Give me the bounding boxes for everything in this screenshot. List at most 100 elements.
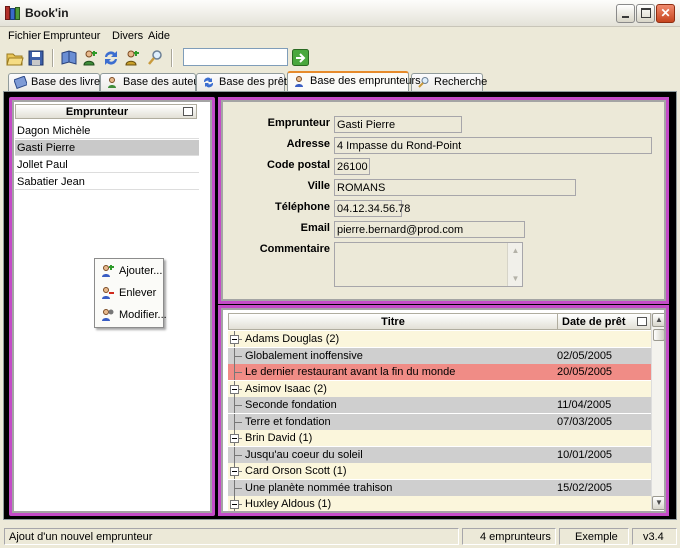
loans-scrollbar[interactable]: ▲ ▼	[651, 313, 664, 510]
list-item[interactable]: Sabatier Jean	[15, 174, 199, 190]
minimize-icon	[622, 16, 629, 18]
loan-row[interactable]: Jusqu'au coeur du soleil 10/01/2005	[228, 446, 651, 463]
label-telephone: Téléphone	[274, 201, 330, 213]
context-menu-edit[interactable]: Modifier...	[95, 305, 167, 325]
collapse-toggle-icon[interactable]	[228, 380, 242, 397]
tab-recherche[interactable]: Recherche	[411, 73, 487, 91]
field-code-postal[interactable]: 26100	[334, 158, 370, 175]
loan-row[interactable]: Terre et fondation 07/03/2005	[228, 413, 651, 430]
field-telephone[interactable]: 04.12.34.56.78	[334, 200, 410, 217]
author-group-row[interactable]: Adams Douglas (2)	[228, 331, 651, 347]
author-group-row[interactable]: Asimov Isaac (2)	[228, 380, 651, 397]
context-menu-add[interactable]: Ajouter...	[95, 261, 163, 281]
borrower-tool-button[interactable]	[123, 49, 141, 67]
borrower-column-header[interactable]: Emprunteur	[15, 104, 197, 119]
tab-strip: Base des livres Base des auteurs Base de…	[0, 71, 680, 91]
add-borrower-icon	[102, 265, 114, 277]
maximize-icon	[641, 8, 651, 18]
menu-emprunteur[interactable]: Emprunteur	[43, 30, 100, 42]
tree-branch-icon	[228, 479, 242, 496]
status-count: 4 emprunteurs	[462, 528, 556, 545]
author-group-row[interactable]: Card Orson Scott (1)	[228, 463, 651, 479]
loan-date: 02/05/2005	[557, 349, 613, 362]
scroll-up-icon[interactable]: ▲	[510, 245, 521, 256]
list-item[interactable]: Jollet Paul	[15, 157, 199, 173]
loan-title: Adams Douglas (2)	[245, 333, 340, 345]
scroll-thumb[interactable]	[653, 329, 664, 341]
loan-tab-icon	[203, 77, 214, 88]
tab-base-des-prets[interactable]: Base des prêts	[196, 73, 292, 91]
loan-row[interactable]: Seconde fondation 11/04/2005	[228, 397, 651, 413]
loan-title: Seconde fondation	[245, 399, 337, 411]
loan-title: Brin David (1)	[245, 432, 313, 444]
maximize-button[interactable]	[636, 4, 655, 23]
loan-tool-button[interactable]	[102, 49, 120, 67]
go-arrow-icon	[292, 49, 309, 66]
tree-branch-icon	[228, 397, 242, 413]
loan-row[interactable]: Globalement inoffensive 02/05/2005	[228, 347, 651, 364]
tab-base-des-livres[interactable]: Base des livres	[8, 73, 106, 91]
field-emprunteur[interactable]: Gasti Pierre	[334, 116, 462, 133]
scroll-up-button[interactable]: ▲	[652, 313, 664, 327]
header-date-de-pret[interactable]: Date de prêt	[562, 316, 626, 328]
loan-title: Globalement inoffensive	[245, 349, 363, 362]
field-commentaire[interactable]: ▲ ▼	[334, 242, 523, 287]
collapse-toggle-icon[interactable]	[228, 496, 242, 511]
label-code-postal: Code postal	[267, 159, 330, 171]
loan-title: Le dernier restaurant avant la fin du mo…	[245, 366, 456, 378]
book-icon	[61, 50, 77, 65]
loan-row-overdue[interactable]: Le dernier restaurant avant la fin du mo…	[228, 364, 651, 380]
header-titre[interactable]: Titre	[229, 316, 557, 328]
column-chooser-icon[interactable]	[183, 107, 193, 116]
magnifier-icon	[148, 50, 162, 65]
loan-title: Card Orson Scott (1)	[245, 465, 347, 477]
loan-title: Jusqu'au coeur du soleil	[245, 448, 363, 461]
menu-aide[interactable]: Aide	[148, 30, 170, 42]
collapse-toggle-icon[interactable]	[228, 430, 242, 446]
save-button[interactable]	[27, 49, 45, 67]
comment-scrollbar[interactable]: ▲ ▼	[507, 243, 522, 286]
collapse-toggle-icon[interactable]	[228, 463, 242, 479]
author-add-icon	[83, 50, 97, 66]
search-tool-button[interactable]	[146, 49, 164, 67]
list-item-selected[interactable]: Gasti Pierre	[15, 140, 199, 156]
context-menu: Ajouter... Enlever Modifier...	[94, 258, 167, 328]
search-go-button[interactable]	[292, 49, 309, 66]
scroll-down-button[interactable]: ▼	[652, 496, 664, 510]
field-adresse[interactable]: 4 Impasse du Rond-Point	[334, 137, 652, 154]
status-bar: Ajout d'un nouvel emprunteur 4 emprunteu…	[0, 525, 680, 548]
author-group-row[interactable]: Brin David (1)	[228, 430, 651, 446]
label-commentaire: Commentaire	[259, 243, 330, 255]
close-button[interactable]: ✕	[656, 4, 675, 23]
tab-base-des-emprunteurs[interactable]: Base des emprunteurs	[287, 71, 421, 91]
minimize-button[interactable]	[616, 4, 635, 23]
scroll-down-icon[interactable]: ▼	[510, 273, 521, 284]
loan-title: Huxley Aldous (1)	[245, 498, 332, 510]
book-tool-button[interactable]	[60, 49, 78, 67]
status-base: Exemple	[559, 528, 629, 545]
collapse-toggle-icon[interactable]	[228, 331, 242, 347]
menu-fichier[interactable]: Fichier	[8, 30, 41, 42]
save-disk-icon	[28, 50, 44, 66]
app-books-icon	[5, 6, 20, 20]
window-title: Book'in	[25, 6, 69, 20]
field-ville[interactable]: ROMANS	[334, 179, 576, 196]
list-item[interactable]: Dagon Michèle	[15, 123, 199, 139]
open-folder-button[interactable]	[6, 49, 24, 67]
field-email[interactable]: pierre.bernard@prod.com	[334, 221, 525, 238]
loan-row[interactable]: Une planète nommée trahison 15/02/2005	[228, 479, 651, 496]
menu-divers[interactable]: Divers	[112, 30, 143, 42]
toolbar-search-input[interactable]	[183, 48, 288, 66]
loan-date: 11/04/2005	[557, 399, 612, 411]
author-tool-button[interactable]	[81, 49, 99, 67]
column-chooser-icon[interactable]	[637, 317, 647, 326]
loan-date: 15/02/2005	[557, 481, 613, 494]
label-email: Email	[300, 222, 330, 234]
borrower-details-panel: Emprunteur Gasti Pierre Adresse 4 Impass…	[221, 100, 666, 301]
context-menu-remove[interactable]: Enlever	[95, 283, 163, 303]
status-version: v3.4	[632, 528, 677, 545]
tab-base-des-auteurs[interactable]: Base des auteurs	[100, 73, 209, 91]
loans-table[interactable]: Titre Date de prêt Adams Douglas (2) Glob…	[221, 308, 666, 513]
author-group-row[interactable]: Huxley Aldous (1)	[228, 496, 651, 511]
content-area: Emprunteur Dagon Michèle Gasti Pierre Jo…	[3, 91, 677, 520]
